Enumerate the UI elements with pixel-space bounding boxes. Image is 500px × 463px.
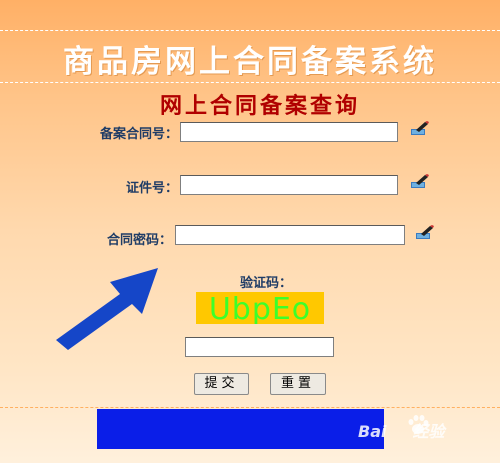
reset-button[interactable]: 重置: [270, 373, 326, 395]
edit-icon[interactable]: [410, 173, 430, 189]
footer-divider: [0, 407, 500, 408]
arrow-icon: [56, 268, 158, 350]
edit-icon[interactable]: [415, 224, 435, 240]
title-divider: [0, 82, 500, 83]
captcha-image[interactable]: UbpEo: [196, 292, 324, 324]
submit-button[interactable]: 提交: [194, 373, 249, 395]
baidu-paw-icon: [408, 415, 429, 434]
contract-no-label: 备案合同号：: [99, 127, 178, 142]
page-subtitle: 网上合同备案查询: [159, 93, 360, 119]
redaction-box: [97, 409, 384, 449]
watermark-text: Bai 经验: [358, 422, 445, 441]
contract-no-input[interactable]: [180, 122, 398, 142]
header-divider: [0, 30, 500, 31]
edit-icon[interactable]: [410, 120, 430, 136]
contract-password-input[interactable]: [175, 225, 405, 245]
contract-password-label: 合同密码：: [106, 233, 172, 248]
captcha-input[interactable]: [185, 337, 334, 357]
id-no-input[interactable]: [180, 175, 398, 195]
captcha-label: 验证码：: [240, 276, 293, 291]
id-no-label: 证件号：: [125, 181, 178, 196]
page-title: 商品房网上合同备案系统: [63, 44, 437, 80]
